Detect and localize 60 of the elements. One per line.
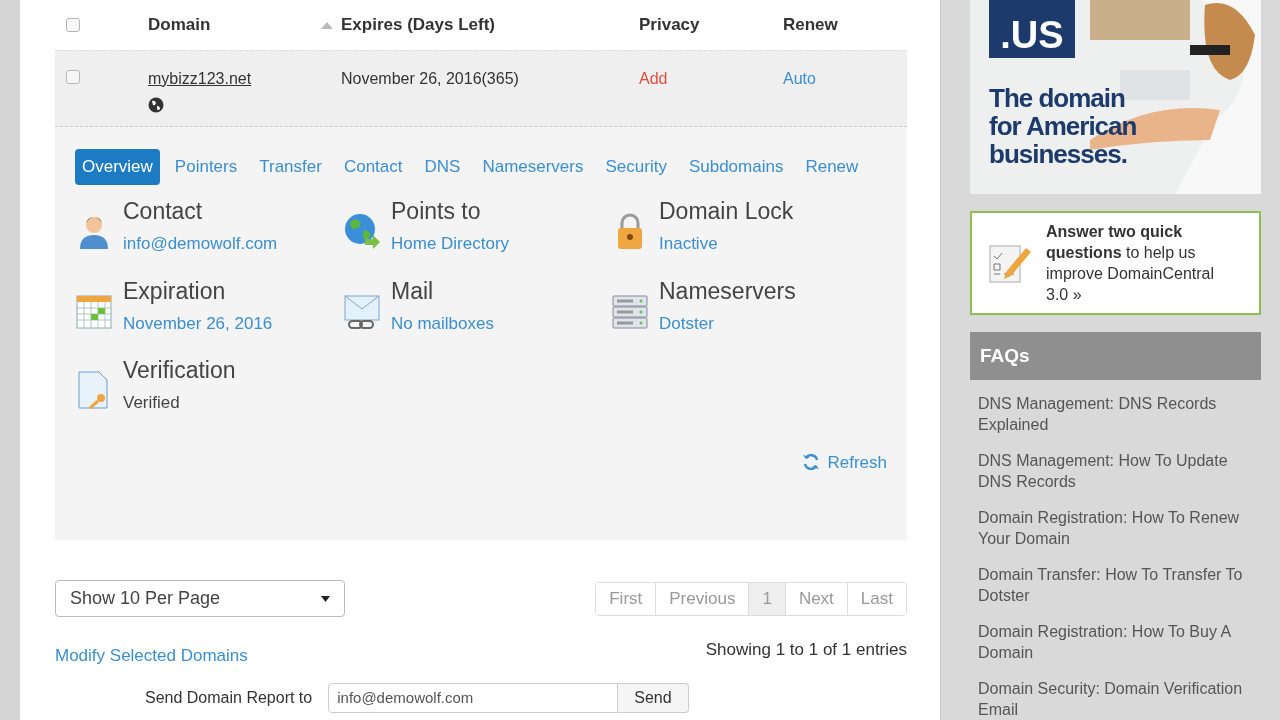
send-button[interactable]: Send [618,682,689,713]
entries-count: Showing 1 to 1 of 1 entries [705,639,907,661]
item-value: Verified [123,392,181,414]
domain-link[interactable]: mybizz123.net [148,67,252,91]
modify-domains-link[interactable]: Modify Selected Domains [55,643,248,669]
tab[interactable]: Nameservers [475,149,591,185]
tab[interactable]: Pointers [167,149,245,185]
tab[interactable]: Transfer [252,149,329,185]
sort-arrow-icon [321,21,333,29]
faq-link[interactable]: Domain Transfer: How To Transfer To Dotster [978,564,1261,606]
item-link[interactable]: Dotster [659,310,796,336]
column-header[interactable]: Renew [783,12,838,38]
faq-header: FAQs [970,332,1261,380]
report-label: Send Domain Report to [145,687,313,708]
table-cell-text: November 26, 2016(365) [341,69,520,87]
globe-arrow-icon [343,211,381,251]
checklist-pencil-icon [988,242,1032,284]
checkbox[interactable] [66,18,80,32]
faq-link[interactable]: Domain Security: Domain Verification Email [978,678,1261,720]
checkbox[interactable] [66,70,80,84]
item-link[interactable]: November 26, 2016 [123,310,273,336]
item-title: Domain Lock [659,197,794,225]
item-link[interactable]: Inactive [659,231,794,257]
item-title: Mail [391,276,435,305]
faq-link[interactable]: Domain Registration: How To Renew Your Domain [978,507,1261,549]
item-link[interactable]: No mailboxes [391,310,494,336]
refresh-icon [801,452,822,473]
ad-badge: .US [989,0,1075,58]
tab[interactable]: Contact [336,149,410,185]
item-title: Points to [391,197,482,225]
tab[interactable]: DNS [417,149,468,185]
item-title: Expiration [123,276,227,305]
tab[interactable]: Subdomains [681,149,791,185]
per-page-select[interactable]: Show 10 Per Page [55,580,345,617]
refresh-button[interactable]: Refresh [801,449,887,475]
survey-text: Answer two quick questions to help us improve DomainCentral 3.0 » [1046,222,1216,305]
column-header[interactable]: Domain [148,12,211,38]
faq-link[interactable]: DNS Management: How To Update DNS Records [978,450,1261,492]
renew-link[interactable]: Auto [783,67,903,87]
item-title: Nameservers [659,276,796,305]
item-link[interactable]: Home Directory [391,231,510,257]
item-title: Contact [123,197,204,225]
privacy-link[interactable]: Add [639,67,783,87]
column-header[interactable]: Privacy [639,12,700,38]
ad-headline: The domain for American businesses. [989,84,1138,168]
page-button[interactable]: 1 [748,582,785,615]
item-link[interactable]: info@demowolf.com [123,231,278,257]
column-header[interactable]: Expires (Days Left) [341,12,495,38]
table-row[interactable]: mybizz123.net November 26, 2016(365) Add Auto [55,50,907,127]
tab[interactable]: Renew [798,149,866,185]
tab[interactable]: Security [598,149,674,185]
faq-link[interactable]: Domain Registration: How To Buy A Domain [978,621,1261,663]
page-button[interactable]: Last [846,582,906,615]
globe-icon [148,97,164,113]
tab[interactable]: Overview [75,149,160,185]
dropdown-caret-icon [321,595,330,602]
survey-card[interactable]: Answer two quick questions to help us improve DomainCentral 3.0 » [970,211,1261,315]
email-field[interactable]: info@demowolf.com [328,682,619,713]
faq-link[interactable]: DNS Management: DNS Records Explained [978,393,1261,435]
item-title: Verification [123,356,236,384]
